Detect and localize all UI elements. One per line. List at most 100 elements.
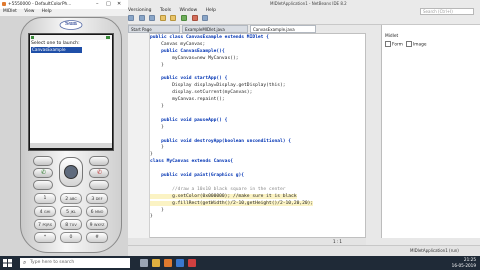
save-icon[interactable] bbox=[149, 15, 156, 21]
key-1[interactable]: 1 bbox=[34, 193, 56, 204]
run-status-text: MIDletApplication1 (run) bbox=[410, 248, 459, 253]
code-area[interactable]: public class CanvasExample extends MIDle… bbox=[150, 35, 364, 235]
clock-date: 16-05-2019 bbox=[451, 263, 476, 268]
code-line: g.setColor(0x000000); //make sure it is … bbox=[150, 193, 297, 199]
code-line: } bbox=[150, 207, 164, 213]
key-4[interactable]: 4 GHI bbox=[34, 206, 56, 217]
ide-menu-bar: Versioning Tools Window Help bbox=[128, 8, 348, 15]
emulator-title: +5550000 - DefaultColorPh... bbox=[8, 2, 72, 7]
windows-start-icon[interactable] bbox=[3, 259, 12, 267]
palette-item-image[interactable]: Image bbox=[406, 41, 426, 48]
code-line: public void startApp() { bbox=[150, 76, 228, 82]
form-icon bbox=[385, 41, 391, 47]
menu-help[interactable]: Help bbox=[42, 9, 52, 14]
task-view-icon[interactable] bbox=[140, 259, 148, 267]
launcher-prompt: Select one to launch: bbox=[31, 41, 80, 46]
code-line: Canvas myCanvas; bbox=[150, 41, 206, 47]
editor-tabs: Start Page ExampleMIDlet.java CanvasExam… bbox=[128, 25, 366, 33]
code-line: class MyCanvas extends Canvas{ bbox=[150, 159, 233, 165]
key-star[interactable]: * bbox=[34, 232, 56, 243]
brand-label: Sun bbox=[65, 21, 77, 27]
browser-icon[interactable] bbox=[176, 259, 184, 267]
code-line: } bbox=[150, 62, 164, 68]
tab-start-page[interactable]: Start Page bbox=[128, 25, 180, 33]
key-0[interactable]: 0 bbox=[60, 232, 82, 243]
menu-view[interactable]: View bbox=[24, 9, 34, 14]
code-line: g.fillRect(getWidth()/2-10,getHeight()/2… bbox=[150, 200, 314, 206]
code-line: Display display=Display.getDisplay(this)… bbox=[150, 83, 286, 89]
key-3[interactable]: 3 DEF bbox=[86, 193, 108, 204]
right-softkey[interactable] bbox=[89, 156, 109, 166]
signal-icon bbox=[31, 36, 34, 39]
menu-tools[interactable]: Tools bbox=[160, 8, 171, 13]
menu-versioning[interactable]: Versioning bbox=[128, 8, 152, 13]
select-button[interactable] bbox=[64, 165, 78, 179]
netbeans-icon[interactable] bbox=[164, 259, 172, 267]
run-icon[interactable] bbox=[180, 15, 187, 21]
code-line: } bbox=[150, 104, 164, 109]
image-icon bbox=[406, 41, 412, 47]
softkey-bar bbox=[30, 143, 112, 148]
palette-item-form[interactable]: Form bbox=[385, 41, 403, 48]
key-hash[interactable]: # bbox=[86, 232, 108, 243]
screen-status-strip bbox=[30, 35, 112, 40]
tab-canvasexample[interactable]: CanvasExample.java bbox=[250, 25, 316, 33]
midlet-list-item[interactable]: CanvasExample bbox=[31, 47, 82, 53]
emulator-menu-bar: MIDlet View Help bbox=[0, 9, 128, 16]
tab-examplemidlet[interactable]: ExampleMIDlet.java bbox=[182, 25, 248, 33]
line-gutter bbox=[128, 33, 150, 238]
code-line: } bbox=[150, 145, 164, 151]
taskbar-clock: 21:25 16-05-2019 bbox=[446, 257, 476, 269]
code-line: public void destroyApp(boolean unconditi… bbox=[150, 138, 292, 144]
ide-window-title: MIDletApplication1 - NetBeans IDE 8.2 bbox=[270, 1, 347, 6]
open-project-icon[interactable] bbox=[138, 15, 145, 21]
key-5[interactable]: 5 JKL bbox=[60, 206, 82, 217]
key-7[interactable]: 7 PQRS bbox=[34, 219, 56, 230]
palette-panel bbox=[381, 25, 480, 238]
file-explorer-icon[interactable] bbox=[152, 259, 160, 267]
java-icon bbox=[2, 2, 6, 6]
redo-icon[interactable] bbox=[170, 15, 177, 21]
code-line: public void paint(Graphics g){ bbox=[150, 173, 245, 178]
code-line: } bbox=[150, 214, 153, 220]
code-line: } bbox=[150, 124, 164, 130]
code-line: myCanvas.repaint(); bbox=[150, 97, 225, 103]
menu-window[interactable]: Window bbox=[179, 8, 197, 13]
code-line: public class CanvasExample extends MIDle… bbox=[150, 35, 269, 40]
hangup-icon: ✆ bbox=[97, 169, 103, 176]
phone-icon: ✆ bbox=[41, 169, 47, 176]
taskbar-search-box[interactable]: Type here to search bbox=[20, 258, 130, 268]
editor-status-bar: 1 : 1 bbox=[128, 238, 366, 245]
key-6[interactable]: 6 MNO bbox=[86, 206, 108, 217]
minimize-icon[interactable]: – bbox=[96, 1, 99, 7]
clear-key[interactable] bbox=[33, 180, 53, 190]
left-softkey[interactable] bbox=[33, 156, 53, 166]
key-9[interactable]: 9 WXYZ bbox=[86, 219, 108, 230]
code-line: public void pauseApp() { bbox=[150, 117, 228, 123]
ide-toolbar bbox=[128, 15, 398, 23]
code-line: } bbox=[150, 152, 153, 158]
build-icon[interactable] bbox=[202, 15, 209, 21]
key-8[interactable]: 8 TUV bbox=[60, 219, 82, 230]
battery-icon bbox=[106, 36, 110, 39]
palette-category-midlet[interactable]: Midlet bbox=[385, 34, 398, 39]
close-icon[interactable]: ✕ bbox=[117, 1, 121, 7]
code-line: //draw a 10x10 black square in the cente… bbox=[150, 186, 286, 192]
debug-icon[interactable] bbox=[191, 15, 198, 21]
new-file-icon[interactable] bbox=[128, 15, 134, 21]
undo-icon[interactable] bbox=[159, 15, 166, 21]
ide-search-input[interactable]: Search (Ctrl+I) bbox=[420, 8, 474, 15]
maximize-icon[interactable]: □ bbox=[106, 1, 111, 7]
key-2[interactable]: 2 ABC bbox=[60, 193, 82, 204]
menu-midlet[interactable]: MIDlet bbox=[3, 9, 17, 14]
search-icon: ⌕ bbox=[23, 259, 27, 266]
call-key[interactable]: ✆ bbox=[33, 168, 53, 178]
cursor-position: 1 : 1 bbox=[333, 239, 342, 244]
code-line: myCanvas=new MyCanvas(); bbox=[150, 55, 239, 61]
end-key[interactable]: ✆ bbox=[89, 168, 109, 178]
menu-key[interactable] bbox=[89, 180, 109, 190]
code-line: public CanvasExample(){ bbox=[150, 48, 225, 54]
java-app-icon[interactable] bbox=[188, 259, 196, 267]
menu-help[interactable]: Help bbox=[206, 8, 216, 13]
code-line: display.setCurrent(myCanvas); bbox=[150, 90, 253, 96]
